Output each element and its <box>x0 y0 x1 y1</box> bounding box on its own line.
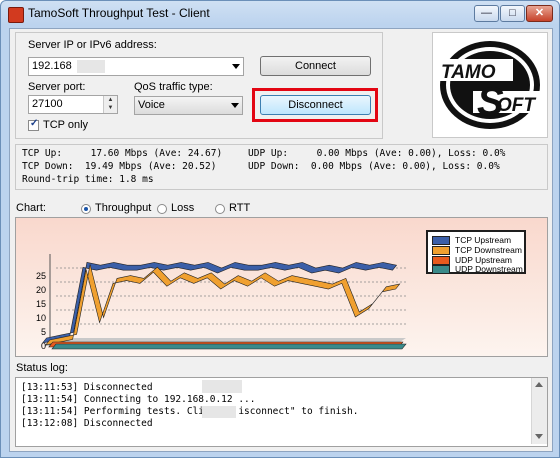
y-tick-label: 10 <box>36 313 46 323</box>
title-bar[interactable]: TamoSoft Throughput Test - Client — □ ✕ <box>1 1 559 27</box>
check-icon: ✓ <box>30 118 39 129</box>
app-icon <box>8 7 24 23</box>
tamosoft-logo: TAMO OFT S <box>432 32 548 138</box>
redacted-area <box>202 380 242 393</box>
radio-throughput-label[interactable]: Throughput <box>95 202 151 214</box>
server-settings-group: Server IP or IPv6 address: 192.168 Serve… <box>15 32 383 139</box>
server-port-value: 27100 <box>32 98 63 110</box>
client-area: Server IP or IPv6 address: 192.168 Serve… <box>9 28 553 452</box>
log-line: [13:11:54] Connecting to 192.168.0.12 ..… <box>21 394 256 405</box>
qos-value: Voice <box>138 99 165 111</box>
tcp-only-checkbox[interactable]: ✓ <box>28 118 39 131</box>
y-tick-label: 20 <box>36 285 46 295</box>
y-tick-label: 5 <box>41 327 46 337</box>
server-port-label: Server port: <box>28 81 86 93</box>
tcp-only-label: TCP only <box>43 119 89 131</box>
redacted-area <box>202 406 236 418</box>
y-tick-label: 15 <box>36 299 46 309</box>
connect-button[interactable]: Connect <box>260 56 371 76</box>
legend-swatch <box>432 265 450 275</box>
spin-down-icon[interactable]: ▼ <box>104 104 117 112</box>
stat-udp-down: UDP Down: 0.00 Mbps (Ave: 0.00), Loss: 0… <box>248 161 500 172</box>
legend-label: TCP Downstream <box>455 245 522 255</box>
chevron-down-icon[interactable] <box>232 64 240 69</box>
disconnect-button[interactable]: Disconnect <box>260 95 371 115</box>
port-stepper[interactable]: ▲ ▼ <box>103 96 117 113</box>
legend-item-udp-down: UDP Downstream <box>432 264 523 275</box>
radio-rtt[interactable] <box>215 204 225 214</box>
log-line: [13:12:08] Disconnected <box>21 418 153 429</box>
status-log-label: Status log: <box>16 362 68 374</box>
stat-tcp-down: TCP Down: 19.49 Mbps (Ave: 20.52) <box>22 161 217 172</box>
app-window: TamoSoft Throughput Test - Client — □ ✕ … <box>0 0 560 458</box>
chart-legend: TCP Upstream TCP Downstream UDP Upstream… <box>426 230 526 275</box>
throughput-chart: 0 5 10 15 20 25 TCP Upstream TCP Downstream U… <box>15 217 548 357</box>
stat-tcp-up: TCP Up: 17.60 Mbps (Ave: 24.67) <box>22 148 223 159</box>
qos-select[interactable]: Voice <box>134 96 243 115</box>
scroll-up-icon[interactable] <box>535 382 543 387</box>
logo-letter: S <box>477 80 504 124</box>
y-tick-label: 25 <box>36 271 46 281</box>
legend-label: TCP Upstream <box>455 235 512 245</box>
legend-swatch <box>432 236 450 246</box>
legend-swatch <box>432 246 450 256</box>
chart-label: Chart: <box>16 202 46 214</box>
radio-loss[interactable] <box>157 204 167 214</box>
spin-up-icon[interactable]: ▲ <box>104 96 117 104</box>
legend-label: UDP Downstream <box>455 264 523 274</box>
chevron-down-icon[interactable] <box>231 103 239 108</box>
log-line: [13:11:54] Performing tests. Cli isconne… <box>21 406 359 417</box>
series-ribbon <box>51 343 407 350</box>
scroll-down-icon[interactable] <box>535 434 543 439</box>
radio-loss-label[interactable]: Loss <box>171 202 194 214</box>
logo-graphic: TAMO OFT S <box>437 41 543 129</box>
legend-item-tcp-down: TCP Downstream <box>432 245 522 256</box>
qos-label: QoS traffic type: <box>134 81 213 93</box>
stat-rtt: Round-trip time: 1.8 ms <box>22 174 154 185</box>
window-title: TamoSoft Throughput Test - Client <box>28 6 210 20</box>
log-scrollbar[interactable] <box>531 378 547 444</box>
stats-panel: TCP Up: 17.60 Mbps (Ave: 24.67) UDP Up: … <box>15 144 548 190</box>
close-button[interactable]: ✕ <box>526 5 553 22</box>
minimize-button[interactable]: — <box>474 5 499 22</box>
maximize-button[interactable]: □ <box>500 5 525 22</box>
server-ip-combo[interactable]: 192.168 <box>28 57 244 76</box>
legend-item-tcp-up: TCP Upstream <box>432 235 512 246</box>
stat-udp-up: UDP Up: 0.00 Mbps (Ave: 0.00), Loss: 0.0… <box>248 148 506 159</box>
radio-throughput[interactable] <box>81 204 91 214</box>
server-port-spinner[interactable]: 27100 ▲ ▼ <box>28 95 118 114</box>
log-line: [13:11:53] Disconnected <box>21 382 153 393</box>
series-ribbon <box>44 264 401 346</box>
redacted-area <box>77 60 105 73</box>
status-log[interactable]: [13:11:53] Disconnected [13:11:54] Conne… <box>15 377 548 447</box>
server-ip-label: Server IP or IPv6 address: <box>28 39 157 51</box>
radio-rtt-label[interactable]: RTT <box>229 202 250 214</box>
server-ip-value: 192.168 <box>32 60 72 72</box>
